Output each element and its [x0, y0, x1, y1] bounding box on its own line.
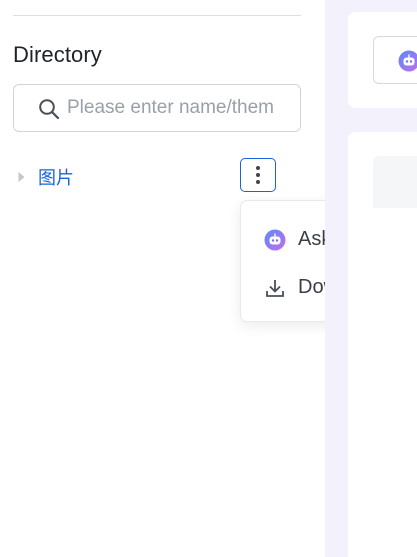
directory-sidebar: Directory 图片 — [0, 0, 417, 557]
ai-robot-icon — [398, 50, 417, 77]
tree-node-images[interactable]: 图片 — [0, 156, 300, 196]
content-placeholder — [373, 156, 417, 208]
tree-node-label[interactable]: 图片 — [38, 164, 74, 190]
directory-title: Directory — [13, 42, 102, 67]
search-box[interactable] — [13, 84, 301, 132]
more-dot-icon — [256, 173, 260, 177]
search-icon — [38, 98, 60, 125]
ask-ai-button[interactable] — [373, 36, 417, 84]
search-input[interactable] — [67, 85, 297, 131]
expand-caret-icon[interactable] — [17, 170, 26, 188]
divider — [13, 15, 301, 16]
ai-robot-icon — [264, 229, 286, 256]
more-options-button[interactable] — [240, 158, 276, 192]
more-dot-icon — [256, 180, 260, 184]
more-dot-icon — [256, 166, 260, 170]
download-icon — [264, 277, 286, 304]
